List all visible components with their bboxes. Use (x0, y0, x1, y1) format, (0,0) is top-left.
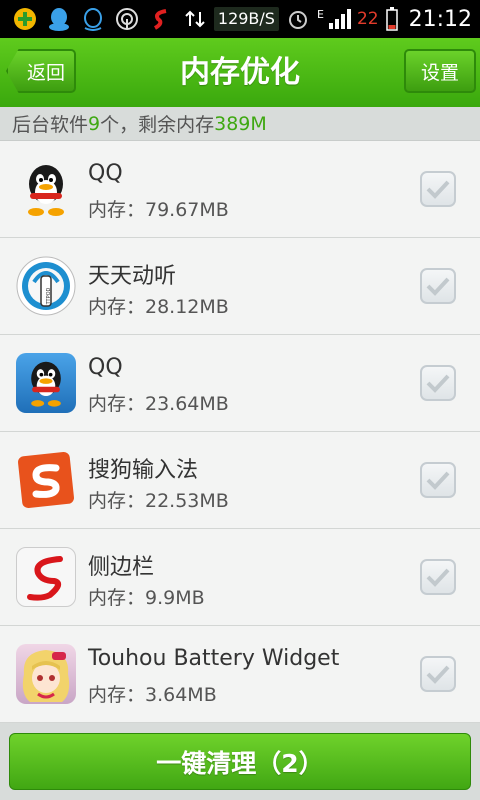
svg-text:TTPOD: TTPOD (46, 287, 52, 305)
app-memory: 内存：3.64MB (88, 684, 217, 706)
select-checkbox[interactable] (420, 656, 456, 692)
plus-app-icon (12, 6, 38, 32)
check-icon (426, 180, 450, 199)
app-name: QQ (88, 161, 123, 186)
settings-button[interactable]: 设置 (404, 49, 476, 93)
summary-middle: 个，剩余内存 (100, 114, 215, 136)
back-button[interactable]: 返回 (6, 49, 76, 93)
clock: 21:12 (408, 6, 472, 32)
app-name: 侧边栏 (88, 555, 155, 580)
select-checkbox[interactable] (420, 171, 456, 207)
qq-notification-icon (46, 6, 72, 32)
free-memory: 389M (214, 112, 267, 135)
battery-icon (385, 6, 399, 32)
net-speed: 129B/S (213, 7, 279, 31)
memory-summary: 后台软件 9 个，剩余内存 389M (0, 107, 480, 141)
app-memory: 内存：23.64MB (88, 393, 229, 415)
qq-outline-icon (80, 6, 106, 32)
app-memory: 内存：28.12MB (88, 296, 229, 318)
podcast-icon (114, 6, 140, 32)
qq-blue-icon (16, 353, 76, 413)
app-name: 天天动听 (88, 264, 177, 289)
qq-penguin-icon (16, 159, 76, 219)
sogou-notification-icon (148, 6, 174, 32)
svg-text:E: E (317, 8, 324, 21)
app-name: QQ (88, 355, 123, 380)
app-memory: 内存：79.67MB (88, 199, 229, 221)
check-icon (426, 471, 450, 490)
list-item[interactable]: Touhou Battery Widget 内存：3.64MB (0, 626, 480, 723)
bottom-bar: 一键清理（2） (0, 723, 480, 800)
app-name: 搜狗输入法 (88, 458, 199, 483)
select-checkbox[interactable] (420, 365, 456, 401)
select-checkbox[interactable] (420, 559, 456, 595)
check-icon (426, 277, 450, 296)
list-item[interactable]: 搜狗输入法 内存：22.53MB (0, 432, 480, 529)
list-item[interactable]: TTPOD 天天动听 内存：28.12MB (0, 238, 480, 335)
sidebar-s-icon (16, 547, 76, 607)
app-memory: 内存：22.53MB (88, 490, 229, 512)
battery-level: 22 (356, 9, 379, 29)
app-count: 9 (88, 112, 101, 135)
check-icon (426, 568, 450, 587)
alarm-icon (285, 6, 311, 32)
data-transfer-icon (182, 6, 208, 32)
ttpod-icon: TTPOD (16, 256, 76, 316)
check-icon (426, 665, 450, 684)
summary-prefix: 后台软件 (12, 114, 89, 136)
check-icon (426, 374, 450, 393)
one-click-clean-button[interactable]: 一键清理（2） (9, 733, 471, 790)
list-item[interactable]: 侧边栏 内存：9.9MB (0, 529, 480, 626)
list-item[interactable]: QQ 内存：79.67MB (0, 141, 480, 238)
app-list: QQ 内存：79.67MB TTPOD 天天动听 内存：28.12MB QQ 内… (0, 141, 480, 723)
app-header: 内存优化 返回 设置 (0, 38, 480, 107)
list-item[interactable]: QQ 内存：23.64MB (0, 335, 480, 432)
app-memory: 内存：9.9MB (88, 587, 205, 609)
select-checkbox[interactable] (420, 268, 456, 304)
touhou-icon (16, 644, 76, 704)
status-bar: 129B/S E 22 21:12 (0, 0, 480, 38)
select-checkbox[interactable] (420, 462, 456, 498)
app-name: Touhou Battery Widget (88, 646, 340, 671)
signal-icon: E (317, 6, 351, 32)
sogou-icon (16, 450, 76, 510)
